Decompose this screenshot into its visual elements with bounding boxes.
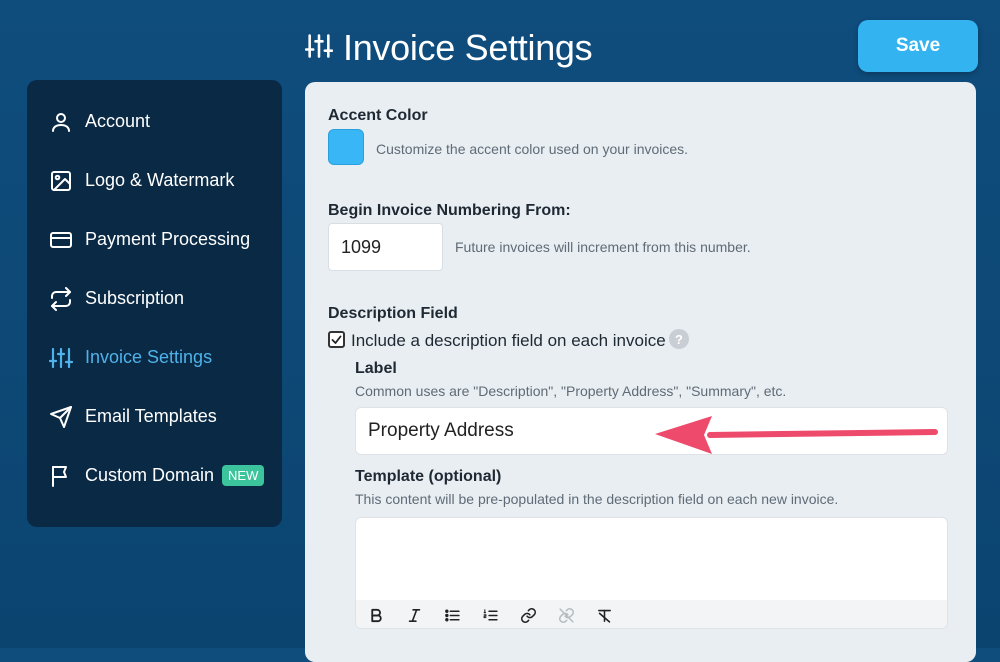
italic-icon[interactable] bbox=[402, 603, 426, 627]
accent-color-label: Accent Color bbox=[328, 107, 428, 124]
sidebar-item-logo-watermark[interactable]: Logo & Watermark bbox=[27, 151, 282, 210]
accent-color-swatch[interactable] bbox=[328, 129, 364, 165]
sidebar-item-label: Subscription bbox=[85, 288, 185, 308]
accent-color-hint: Customize the accent color used on your … bbox=[376, 141, 689, 157]
new-badge: NEW bbox=[222, 465, 265, 486]
sidebar-item-invoice-settings[interactable]: Invoice Settings bbox=[27, 328, 282, 387]
help-icon[interactable]: ? bbox=[669, 329, 689, 349]
numbered-list-icon[interactable] bbox=[478, 603, 502, 627]
sidebar-item-subscription[interactable]: Subscription bbox=[27, 269, 282, 328]
sidebar-item-label: Account bbox=[85, 111, 151, 131]
page-title-text: Invoice Settings bbox=[343, 27, 593, 68]
send-icon bbox=[49, 405, 73, 429]
save-button[interactable]: Save bbox=[858, 20, 978, 72]
sidebar-item-email-templates[interactable]: Email Templates bbox=[27, 387, 282, 446]
sidebar-item-label: Logo & Watermark bbox=[85, 170, 235, 190]
image-icon bbox=[49, 169, 73, 193]
page-title: Invoice Settings bbox=[304, 24, 593, 72]
invoice-numbering-label: Begin Invoice Numbering From: bbox=[328, 202, 571, 219]
description-label-input[interactable] bbox=[355, 407, 948, 455]
settings-panel: Accent Color Customize the accent color … bbox=[305, 82, 976, 662]
template-hint: This content will be pre-populated in th… bbox=[355, 491, 839, 507]
template-label: Template (optional) bbox=[355, 468, 502, 485]
invoice-number-input[interactable] bbox=[328, 223, 443, 271]
sliders-icon bbox=[304, 27, 334, 69]
sliders-icon bbox=[49, 346, 73, 370]
unlink-icon[interactable] bbox=[554, 603, 578, 627]
credit-card-icon bbox=[49, 228, 73, 252]
clear-format-icon[interactable] bbox=[592, 603, 616, 627]
invoice-numbering-hint: Future invoices will increment from this… bbox=[455, 239, 751, 255]
sidebar-item-label: Payment Processing bbox=[85, 229, 251, 249]
sidebar-item-account[interactable]: Account bbox=[27, 92, 282, 151]
bulleted-list-icon[interactable] bbox=[440, 603, 464, 627]
include-description-checkbox[interactable] bbox=[328, 331, 345, 348]
description-field-label: Description Field bbox=[328, 305, 458, 322]
label-field-hint: Common uses are "Description", "Property… bbox=[355, 383, 787, 399]
sidebar-item-custom-domain[interactable]: Custom Domain NEW bbox=[27, 446, 282, 505]
bold-icon[interactable] bbox=[364, 603, 388, 627]
label-field-label: Label bbox=[355, 360, 397, 377]
user-icon bbox=[49, 110, 73, 134]
include-description-label: Include a description field on each invo… bbox=[351, 331, 666, 350]
flag-icon bbox=[49, 464, 73, 488]
sidebar-item-label: Email Templates bbox=[85, 406, 217, 426]
sidebar-item-label: Custom Domain bbox=[85, 465, 215, 485]
sidebar-item-label: Invoice Settings bbox=[85, 347, 213, 367]
editor-toolbar bbox=[356, 600, 947, 628]
template-editor bbox=[355, 517, 948, 629]
template-editor-area[interactable] bbox=[356, 518, 947, 600]
link-icon[interactable] bbox=[516, 603, 540, 627]
repeat-icon bbox=[49, 286, 73, 311]
sidebar-nav: Account Logo & Watermark Payment Process… bbox=[27, 80, 282, 527]
sidebar-item-payment-processing[interactable]: Payment Processing bbox=[27, 210, 282, 269]
